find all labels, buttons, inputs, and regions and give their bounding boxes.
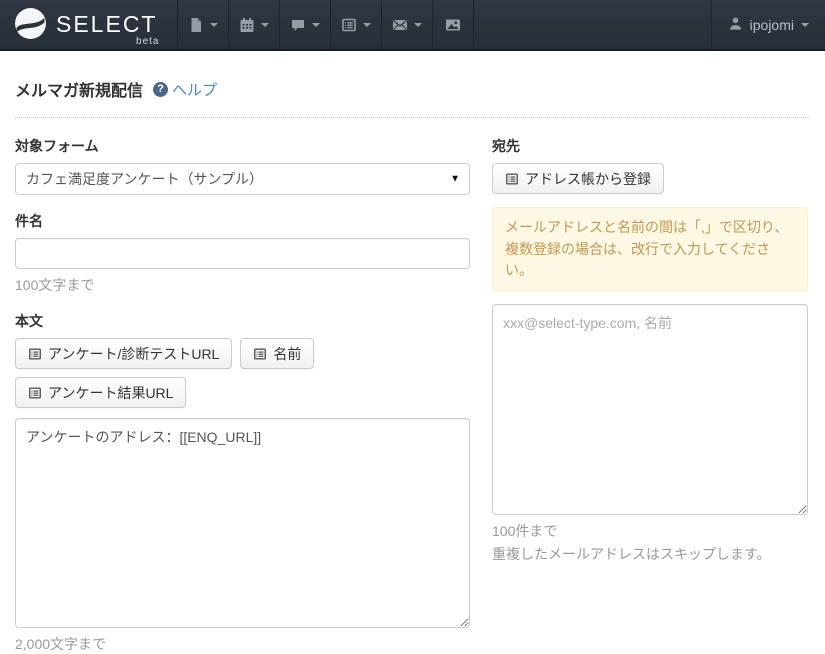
insert-result-url-label: アンケート結果URL	[48, 383, 173, 403]
recipients-textarea[interactable]	[492, 304, 808, 515]
navbar-menu	[177, 0, 474, 49]
subject-input[interactable]	[15, 238, 470, 269]
body-textarea[interactable]: アンケートのアドレス：[[ENQ_URL]]	[15, 418, 470, 628]
subject-label: 件名	[15, 211, 470, 231]
body-section: 本文 アンケート/診断テストURL	[15, 311, 470, 654]
brand-beta-label: beta	[136, 37, 159, 47]
brand-logo[interactable]: SELECT beta	[0, 0, 177, 49]
help-link[interactable]: ? ヘルプ	[153, 79, 217, 100]
insert-enquete-url-button[interactable]: アンケート/診断テストURL	[15, 338, 232, 369]
nav-mail-dropdown[interactable]	[381, 0, 432, 49]
nav-lists-dropdown[interactable]	[330, 0, 381, 49]
file-icon	[188, 17, 204, 33]
target-form-select[interactable]: カフェ満足度アンケート（サンプル）	[15, 163, 470, 195]
recipients-count-hint: 100件まで	[492, 521, 808, 541]
insert-enquete-url-label: アンケート/診断テストURL	[48, 344, 219, 364]
chevron-down-icon	[312, 23, 320, 27]
header-divider	[15, 117, 810, 118]
insert-result-url-button[interactable]: アンケート結果URL	[15, 377, 186, 408]
form-icon	[253, 347, 267, 361]
form-icon	[505, 172, 519, 186]
address-book-label: アドレス帳から登録	[525, 169, 651, 189]
newsletter-form: 対象フォーム カフェ満足度アンケート（サンプル） ▼ 件名 100文字まで 本文	[15, 136, 810, 654]
navbar-spacer	[474, 0, 710, 49]
body-hint: 2,000文字まで	[15, 634, 470, 654]
brand-name: SELECT beta	[56, 13, 157, 36]
select-logo-icon	[14, 7, 47, 43]
chevron-down-icon	[414, 23, 422, 27]
nav-calendar-dropdown[interactable]	[228, 0, 279, 49]
target-form-label: 対象フォーム	[15, 136, 470, 156]
subject-hint: 100文字まで	[15, 275, 470, 295]
chevron-down-icon	[210, 23, 218, 27]
chevron-down-icon	[261, 23, 269, 27]
recipients-label: 宛先	[492, 136, 808, 156]
body-label: 本文	[15, 311, 470, 331]
right-column: 宛先 アドレス帳から登録 メールアドレスと名前の間は「,」で区切り、複数登録の場…	[492, 136, 808, 654]
top-navbar: SELECT beta	[0, 0, 825, 51]
user-icon	[728, 16, 743, 34]
calendar-icon	[239, 17, 255, 33]
page-title: メルマガ新規配信	[15, 77, 143, 101]
main-content: メルマガ新規配信 ? ヘルプ 対象フォーム カフェ満足度アンケート（サンプル） …	[0, 77, 825, 654]
subject-section: 件名 100文字まで	[15, 211, 470, 295]
help-icon: ?	[153, 82, 168, 97]
chevron-down-icon	[801, 23, 809, 27]
comment-icon	[290, 17, 306, 33]
mail-icon	[392, 17, 408, 33]
target-form-section: 対象フォーム カフェ満足度アンケート（サンプル） ▼	[15, 136, 470, 195]
form-icon	[28, 347, 42, 361]
chevron-down-icon	[363, 23, 371, 27]
nav-messages-dropdown[interactable]	[279, 0, 330, 49]
image-icon	[445, 17, 461, 33]
form-icon	[341, 17, 357, 33]
address-book-button[interactable]: アドレス帳から登録	[492, 163, 664, 194]
left-column: 対象フォーム カフェ満足度アンケート（サンプル） ▼ 件名 100文字まで 本文	[15, 136, 470, 654]
insert-name-button[interactable]: 名前	[240, 338, 314, 369]
nav-images-button[interactable]	[432, 0, 474, 49]
nav-forms-dropdown[interactable]	[177, 0, 228, 49]
recipients-notice: メールアドレスと名前の間は「,」で区切り、複数登録の場合は、改行で入力してくださ…	[492, 207, 808, 292]
insert-button-row: アンケート/診断テストURL 名前	[15, 338, 470, 408]
help-link-label: ヘルプ	[172, 79, 217, 100]
user-name: ipojomi	[750, 17, 794, 33]
form-icon	[28, 386, 42, 400]
user-menu[interactable]: ipojomi	[711, 0, 825, 49]
insert-name-label: 名前	[273, 344, 301, 364]
recipients-duplicate-hint: 重複したメールアドレスはスキップします。	[492, 544, 808, 564]
page-header: メルマガ新規配信 ? ヘルプ	[15, 77, 810, 101]
